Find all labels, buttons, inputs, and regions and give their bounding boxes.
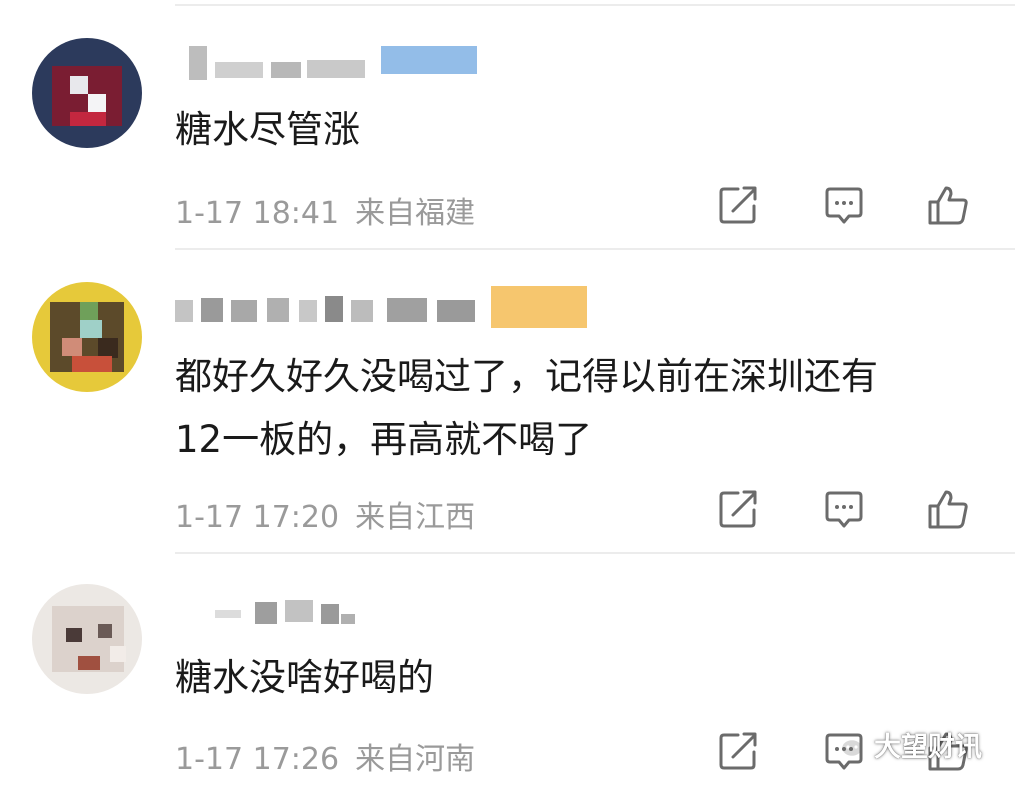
thumbs-up-icon[interactable]	[926, 487, 970, 531]
watermark-text: 大望财讯	[874, 731, 982, 763]
avatar[interactable]	[32, 584, 142, 694]
comment-text-line-1: 都好久好久没喝过了，记得以前在深圳还有	[175, 355, 878, 398]
username-blurred[interactable]	[175, 598, 375, 632]
comment-list: 糖水尽管涨 1-17 18:41 来自福建 都好久好久没喝过了，记得以前在深圳还…	[0, 0, 1015, 786]
divider	[175, 248, 1015, 250]
username-blurred[interactable]	[175, 286, 595, 328]
comment-meta: 1-17 18:41 来自福建	[175, 188, 491, 232]
comment-location: 来自福建	[355, 196, 476, 231]
avatar[interactable]	[32, 38, 142, 148]
comment-meta: 1-17 17:26 来自河南	[175, 734, 491, 778]
comment-actions	[712, 487, 992, 531]
divider	[175, 4, 1015, 6]
avatar[interactable]	[32, 282, 142, 392]
divider	[175, 552, 1015, 554]
comment-time: 1-17 18:41	[175, 196, 340, 231]
share-icon[interactable]	[716, 729, 760, 773]
username-blurred[interactable]	[175, 46, 485, 80]
comment-actions	[712, 183, 992, 227]
comment-text: 糖水尽管涨	[175, 108, 360, 151]
comment-time: 1-17 17:20	[175, 500, 340, 535]
comment-time: 1-17 17:26	[175, 742, 340, 777]
comment-meta: 1-17 17:20 来自江西	[175, 492, 491, 536]
comment-icon[interactable]	[822, 183, 866, 227]
share-icon[interactable]	[716, 183, 760, 227]
comment-location: 来自河南	[355, 742, 476, 777]
share-icon[interactable]	[716, 487, 760, 531]
comment-icon[interactable]	[822, 729, 866, 773]
thumbs-up-icon[interactable]	[926, 183, 970, 227]
comment-icon[interactable]	[822, 487, 866, 531]
comment-location: 来自江西	[355, 500, 476, 535]
comment-text: 糖水没啥好喝的	[175, 656, 434, 699]
comment-text-line-2: 12一板的，再高就不喝了	[175, 418, 593, 461]
